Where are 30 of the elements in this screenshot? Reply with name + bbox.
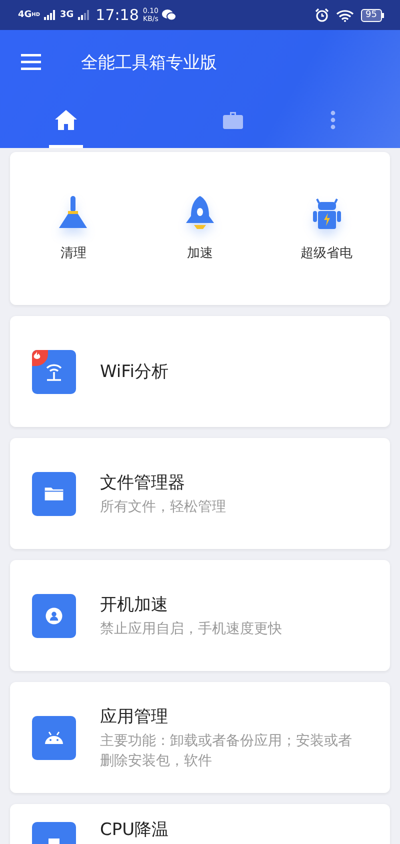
quick-action-button[interactable]: 超级省电 [263, 194, 390, 262]
tool-title: CPU降温 [100, 819, 169, 841]
tool-card[interactable]: CPU降温 [10, 804, 390, 844]
chat-bubbles-icon [162, 9, 176, 21]
tool-card[interactable]: 文件管理器 所有文件，轻松管理 [10, 438, 390, 549]
tool-card[interactable]: 应用管理 主要功能：卸载或者备份应用；安装或者删除安装包，软件 [10, 682, 390, 793]
clock-time: 17:18 [96, 6, 139, 24]
signal-icon [44, 10, 56, 20]
battery-level: 95 [360, 8, 382, 22]
tool-card[interactable]: 开机加速 禁止应用自启，手机速度更快 [10, 560, 390, 671]
more-icon [330, 110, 336, 130]
home-icon [55, 110, 77, 130]
tool-description: 所有文件，轻松管理 [100, 498, 227, 516]
tool-description: 禁止应用自启，手机速度更快 [100, 620, 283, 638]
alarm-clock-icon [314, 8, 329, 22]
tool-title: 开机加速 [100, 594, 169, 616]
menu-button[interactable] [21, 54, 41, 70]
briefcase-icon [223, 110, 243, 128]
tool-description: 主要功能：卸载或者备份应用；安装或者删除安装包，软件 [100, 732, 353, 770]
tool-card[interactable]: WiFi分析 [10, 316, 390, 427]
signal-icon [78, 10, 90, 20]
wifi-icon [336, 8, 354, 22]
quick-action-button[interactable]: 清理 [10, 194, 137, 262]
app-title: 全能工具箱专业版 [81, 52, 217, 74]
tool-title: WiFi分析 [100, 361, 168, 383]
tool-title: 文件管理器 [100, 472, 186, 494]
tool-title: 应用管理 [100, 706, 169, 728]
network-label: 3G [60, 10, 74, 20]
network-label: 4G$^{HD}$ [18, 10, 40, 20]
quick-action-button[interactable]: 加速 [136, 194, 264, 262]
